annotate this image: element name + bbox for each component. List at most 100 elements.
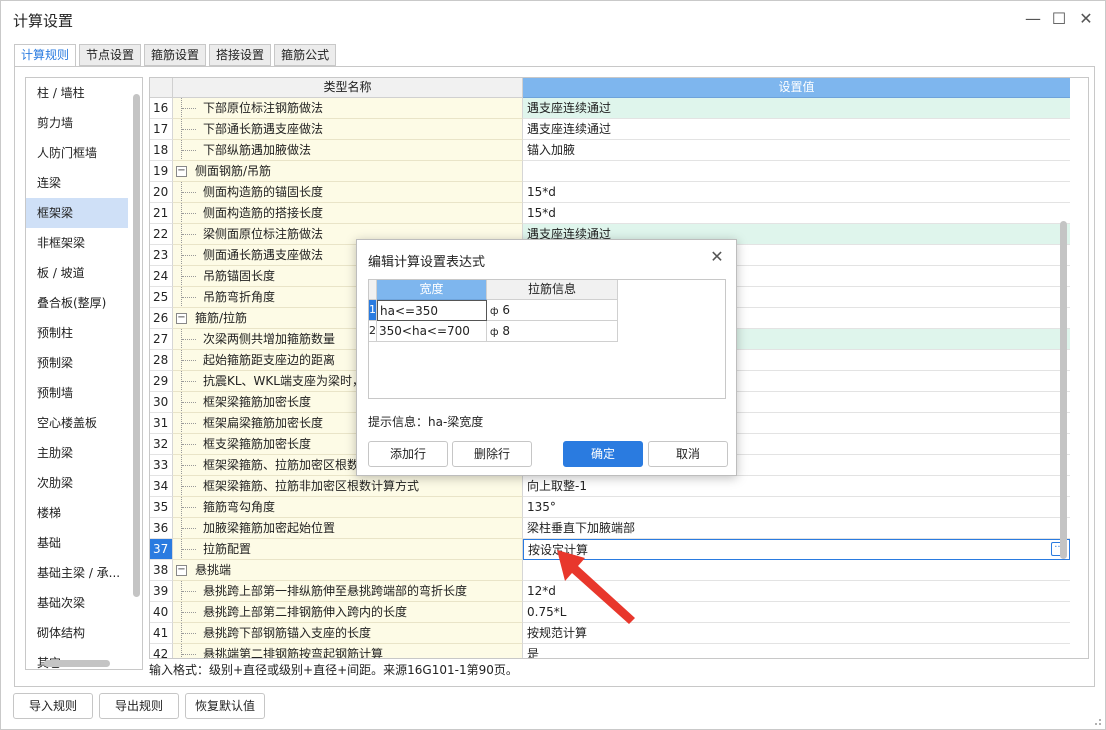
cancel-button[interactable]: 取消 xyxy=(648,441,728,467)
grid-vertical-scrollbar[interactable] xyxy=(1060,221,1067,559)
row-name-cell[interactable]: 拉筋配置 xyxy=(173,539,523,560)
row-value-cell[interactable] xyxy=(523,161,1070,182)
grid-header-value: 设置值 xyxy=(523,78,1070,98)
tree-branch xyxy=(182,486,196,487)
table-row[interactable]: 36 加腋梁箍筋加密起始位置 梁柱垂直下加腋端部 xyxy=(150,518,1070,539)
row-name-cell[interactable]: 下部原位标注钢筋做法 xyxy=(173,98,523,119)
table-row[interactable]: 34 框架梁箍筋、拉筋非加密区根数计算方式 向上取整-1 xyxy=(150,476,1070,497)
table-row[interactable]: 21 侧面构造筋的搭接长度 15*d xyxy=(150,203,1070,224)
sidebar-item[interactable]: 框架梁 xyxy=(26,198,128,228)
row-name-cell[interactable]: 悬挑跨上部第二排钢筋伸入跨内的长度 xyxy=(173,602,523,623)
table-row[interactable]: 41 悬挑跨下部钢筋锚入支座的长度 按规范计算 xyxy=(150,623,1070,644)
tie-cell[interactable]: ф 6 xyxy=(487,300,618,321)
table-row[interactable]: 17 下部通长筋遇支座做法 遇支座连续通过 xyxy=(150,119,1070,140)
tab-stirrup-formula[interactable]: 箍筋公式 xyxy=(274,44,337,66)
table-row[interactable]: 16 下部原位标注钢筋做法 遇支座连续通过 xyxy=(150,98,1070,119)
row-value-cell[interactable]: 15*d xyxy=(523,182,1070,203)
row-value-cell[interactable]: 遇支座连续通过 xyxy=(523,98,1070,119)
sidebar-item[interactable]: 基础次梁 xyxy=(26,588,128,618)
row-value-cell[interactable]: 锚入加腋 xyxy=(523,140,1070,161)
dialog-close-icon[interactable]: ✕ xyxy=(708,248,726,266)
width-cell[interactable]: ha<=350 xyxy=(377,300,487,321)
minimize-icon[interactable]: — xyxy=(1023,9,1043,29)
ok-button[interactable]: 确定 xyxy=(563,441,643,467)
delete-row-button[interactable]: 删除行 xyxy=(452,441,532,467)
sidebar-item[interactable]: 柱 / 墙柱 xyxy=(26,78,128,108)
column-tie-header[interactable]: 拉筋信息 xyxy=(487,280,618,300)
row-name-label: 框架梁箍筋加密长度 xyxy=(203,395,312,409)
row-name-label: 悬挑跨上部第一排纵筋伸至悬挑跨端部的弯折长度 xyxy=(203,584,468,598)
restore-defaults-button[interactable]: 恢复默认值 xyxy=(185,693,265,719)
table-row[interactable]: 42 悬挑端第二排钢筋按弯起钢筋计算 是 xyxy=(150,644,1070,658)
expression-row[interactable]: 1 ha<=350 ф 6 xyxy=(369,300,618,321)
sidebar-item[interactable]: 次肋梁 xyxy=(26,468,128,498)
row-name-cell[interactable]: 箍筋弯勾角度 xyxy=(173,497,523,518)
row-number: 20 xyxy=(150,182,173,203)
row-value-cell[interactable]: 梁柱垂直下加腋端部 xyxy=(523,518,1070,539)
tab-stirrup-settings[interactable]: 箍筋设置 xyxy=(144,44,207,66)
tab-bar: 计算规则 节点设置 箍筋设置 搭接设置 箍筋公式 xyxy=(14,44,337,67)
sidebar-item[interactable]: 砌体结构 xyxy=(26,618,128,648)
sidebar-item[interactable]: 人防门框墙 xyxy=(26,138,128,168)
collapse-icon[interactable]: − xyxy=(176,166,187,177)
sidebar-item[interactable]: 基础主梁 / 承... xyxy=(26,558,128,588)
table-row[interactable]: 20 侧面构造筋的锚固长度 15*d xyxy=(150,182,1070,203)
sidebar-item[interactable]: 叠合板(整厚) xyxy=(26,288,128,318)
row-name-cell[interactable]: 侧面构造筋的锚固长度 xyxy=(173,182,523,203)
sidebar-item[interactable]: 楼梯 xyxy=(26,498,128,528)
sidebar-item[interactable]: 预制柱 xyxy=(26,318,128,348)
table-row[interactable]: 18 下部纵筋遇加腋做法 锚入加腋 xyxy=(150,140,1070,161)
row-name-cell[interactable]: 框架梁箍筋、拉筋非加密区根数计算方式 xyxy=(173,476,523,497)
row-name-cell[interactable]: 悬挑跨上部第一排纵筋伸至悬挑跨端部的弯折长度 xyxy=(173,581,523,602)
row-value-cell[interactable]: 是 xyxy=(523,644,1070,658)
row-name-label: 起始箍筋距支座边的距离 xyxy=(203,353,336,367)
import-rules-button[interactable]: 导入规则 xyxy=(13,693,93,719)
export-rules-button[interactable]: 导出规则 xyxy=(99,693,179,719)
row-name-cell[interactable]: 悬挑端第二排钢筋按弯起钢筋计算 xyxy=(173,644,523,658)
maximize-icon[interactable]: ☐ xyxy=(1049,9,1069,29)
tree-branch xyxy=(182,528,196,529)
sidebar-item[interactable]: 基础 xyxy=(26,528,128,558)
row-value-cell[interactable]: 向上取整-1 xyxy=(523,476,1070,497)
tab-lap-settings[interactable]: 搭接设置 xyxy=(209,44,272,66)
row-name-cell[interactable]: − 悬挑端 xyxy=(173,560,523,581)
tree-branch xyxy=(182,381,196,382)
column-width-header[interactable]: 宽度 xyxy=(377,280,487,300)
row-name-cell[interactable]: 加腋梁箍筋加密起始位置 xyxy=(173,518,523,539)
row-value-text: 遇支座连续通过 xyxy=(527,101,612,115)
expression-row[interactable]: 2 350<ha<=700 ф 8 xyxy=(369,321,618,342)
sidebar-item[interactable]: 剪力墙 xyxy=(26,108,128,138)
sidebar-item[interactable]: 板 / 坡道 xyxy=(26,258,128,288)
row-name-label: 框支梁箍筋加密长度 xyxy=(203,437,312,451)
table-row[interactable]: 35 箍筋弯勾角度 135° xyxy=(150,497,1070,518)
collapse-icon[interactable]: − xyxy=(176,313,187,324)
row-value-cell[interactable]: 15*d xyxy=(523,203,1070,224)
row-number: 27 xyxy=(150,329,173,350)
tab-node-settings[interactable]: 节点设置 xyxy=(79,44,142,66)
sidebar-horizontal-scrollbar[interactable] xyxy=(44,660,110,667)
sidebar-vertical-scrollbar[interactable] xyxy=(133,94,140,597)
close-icon[interactable]: ✕ xyxy=(1076,9,1096,29)
tie-cell[interactable]: ф 8 xyxy=(487,321,618,342)
row-name-cell[interactable]: 下部纵筋遇加腋做法 xyxy=(173,140,523,161)
row-name-cell[interactable]: 悬挑跨下部钢筋锚入支座的长度 xyxy=(173,623,523,644)
row-name-cell[interactable]: 下部通长筋遇支座做法 xyxy=(173,119,523,140)
row-value-cell[interactable]: 按规范计算 xyxy=(523,623,1070,644)
resize-grip-icon[interactable] xyxy=(1092,716,1102,726)
sidebar-item[interactable]: 预制梁 xyxy=(26,348,128,378)
row-name-cell[interactable]: 侧面构造筋的搭接长度 xyxy=(173,203,523,224)
add-row-button[interactable]: 添加行 xyxy=(368,441,448,467)
table-row[interactable]: 19− 侧面钢筋/吊筋 xyxy=(150,161,1070,182)
sidebar-item[interactable]: 空心楼盖板 xyxy=(26,408,128,438)
collapse-icon[interactable]: − xyxy=(176,565,187,576)
row-value-cell[interactable]: 遇支座连续通过 xyxy=(523,119,1070,140)
row-value-cell[interactable]: 135° xyxy=(523,497,1070,518)
tab-calc-rules[interactable]: 计算规则 xyxy=(14,44,77,67)
width-cell[interactable]: 350<ha<=700 xyxy=(377,321,487,342)
row-name-cell[interactable]: − 侧面钢筋/吊筋 xyxy=(173,161,523,182)
sidebar-item[interactable]: 主肋梁 xyxy=(26,438,128,468)
sidebar-item[interactable]: 非框架梁 xyxy=(26,228,128,258)
sidebar-item[interactable]: 连梁 xyxy=(26,168,128,198)
sidebar-item[interactable]: 预制墙 xyxy=(26,378,128,408)
row-name-label: 悬挑端 xyxy=(195,563,232,577)
